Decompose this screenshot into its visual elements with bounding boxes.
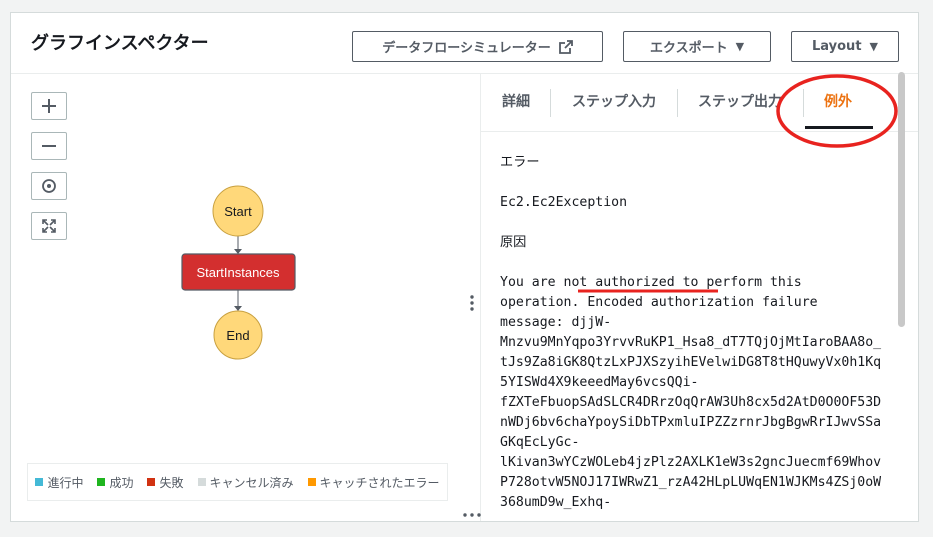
legend-item-in-progress: 進行中 bbox=[35, 474, 83, 491]
graph-canvas[interactable]: Start StartInstances End 進行中 成功 失敗 キャンセル… bbox=[11, 73, 481, 521]
data-flow-simulator-label: データフローシミュレーター bbox=[382, 41, 551, 56]
layout-dropdown-button[interactable]: Layout ▼ bbox=[791, 31, 899, 62]
details-pane: 詳細 ステップ入力 ステップ出力 例外 エラー Ec2.Ec2Exception… bbox=[481, 73, 918, 521]
panel-header: グラフインスペクター データフローシミュレーター エクスポート ▼ Layout… bbox=[11, 13, 918, 74]
export-dropdown-button[interactable]: エクスポート ▼ bbox=[623, 31, 771, 62]
cause-line: P728otvW5NOJ17IWRwZ1_rzA42HLpLUWqEN1WJKM… bbox=[500, 475, 882, 490]
horizontal-resize-handle-icon[interactable] bbox=[462, 512, 482, 518]
error-value: Ec2.Ec2Exception bbox=[500, 195, 628, 210]
cause-line: 5YISWd4X9keeedMay6vcsQQi- bbox=[500, 375, 699, 390]
tab-details[interactable]: 詳細 bbox=[502, 91, 530, 111]
cause-line: message: djjW- bbox=[500, 315, 612, 330]
legend-item-cancelled: キャンセル済み bbox=[197, 474, 294, 491]
cause-line: 368umD9w_Exhq- bbox=[500, 495, 612, 510]
legend-swatch bbox=[197, 478, 206, 486]
details-tabs: 詳細 ステップ入力 ステップ出力 例外 bbox=[481, 73, 918, 132]
status-legend: 進行中 成功 失敗 キャンセル済み キャッチされたエラー bbox=[27, 463, 448, 501]
legend-label: キャッチされたエラー bbox=[319, 475, 440, 490]
state-label: StartInstances bbox=[196, 265, 280, 280]
start-node[interactable]: Start bbox=[212, 185, 264, 237]
legend-item-succeeded: 成功 bbox=[97, 474, 133, 491]
external-link-icon bbox=[558, 39, 573, 54]
panel-title: グラフインスペクター bbox=[31, 33, 209, 54]
legend-label: キャンセル済み bbox=[209, 475, 294, 490]
tab-divider bbox=[677, 89, 678, 117]
tab-step-input[interactable]: ステップ入力 bbox=[572, 91, 656, 111]
tab-divider bbox=[803, 89, 804, 117]
start-label: Start bbox=[224, 204, 252, 219]
legend-label: 失敗 bbox=[159, 475, 184, 490]
cause-line: GKqEcLyGc- bbox=[500, 435, 580, 450]
cause-line: tJs9Za8iGK8QtzLxPJXSzyihEVelwiDG8T8tHQuw… bbox=[500, 355, 882, 370]
legend-swatch bbox=[97, 478, 106, 486]
vertical-resize-handle-icon[interactable] bbox=[469, 294, 475, 312]
caret-down-icon: ▼ bbox=[735, 40, 745, 53]
state-node-startinstances[interactable]: StartInstances bbox=[181, 253, 296, 291]
data-flow-simulator-button[interactable]: データフローシミュレーター bbox=[352, 31, 603, 62]
legend-label: 成功 bbox=[109, 475, 134, 490]
caret-down-icon: ▼ bbox=[869, 40, 878, 53]
error-heading: エラー bbox=[500, 155, 540, 170]
cause-line: Mnzvu9MnYqpo3YrvvRuKP1_Hsa8_dT7TQjOjMtIa… bbox=[500, 335, 882, 350]
tab-divider bbox=[550, 89, 551, 117]
legend-swatch bbox=[307, 478, 316, 486]
end-node[interactable]: End bbox=[213, 310, 263, 360]
active-tab-indicator bbox=[805, 126, 873, 129]
tab-step-output[interactable]: ステップ出力 bbox=[698, 91, 801, 111]
legend-swatch bbox=[147, 478, 156, 486]
layout-label: Layout bbox=[812, 39, 862, 54]
details-scrollbar[interactable] bbox=[898, 72, 905, 327]
legend-swatch bbox=[35, 478, 44, 486]
cause-line: operation. Encoded authorization failure bbox=[500, 295, 818, 310]
end-label: End bbox=[226, 328, 249, 343]
legend-item-failed: 失敗 bbox=[147, 474, 184, 491]
cause-line: fZXTeFbuopSAdSLCR4DRrzOqQrAW3Uh8cx5d2AtD… bbox=[500, 395, 882, 410]
cause-line: nWDj6bv6chaYpoySiDbTPxmluIPZZzrnrJbgBgwR… bbox=[500, 415, 882, 430]
cause-line: lKivan3wYCzWOLeb4jzPlz2AXLK1eW3s2gncJuec… bbox=[500, 455, 882, 470]
state-machine-graph: Start StartInstances End bbox=[181, 185, 296, 360]
graph-inspector-panel: グラフインスペクター データフローシミュレーター エクスポート ▼ Layout… bbox=[10, 12, 919, 522]
exception-content: エラー Ec2.Ec2Exception 原因 You are not auth… bbox=[500, 153, 905, 513]
legend-label: 進行中 bbox=[47, 475, 84, 490]
cause-line: You are not authorized to perform this bbox=[500, 275, 802, 290]
cause-heading: 原因 bbox=[500, 235, 527, 250]
export-label: エクスポート bbox=[649, 41, 728, 56]
tab-exception[interactable]: 例外 bbox=[824, 91, 852, 111]
legend-item-caught-error: キャッチされたエラー bbox=[307, 474, 440, 491]
